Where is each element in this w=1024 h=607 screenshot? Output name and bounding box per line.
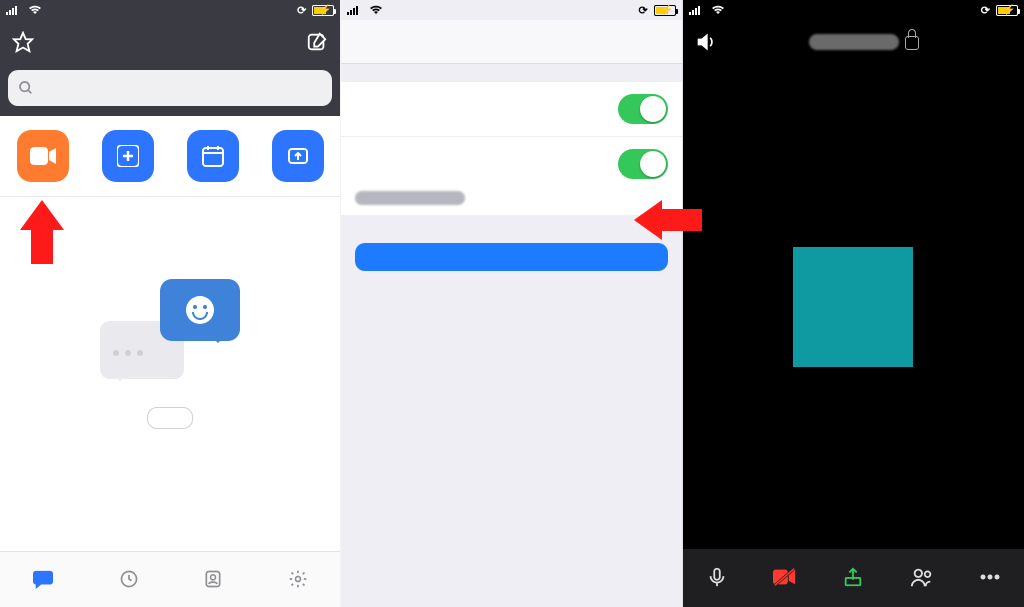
signal-icon [689,5,703,15]
video-on-toggle[interactable] [618,94,668,124]
schedule-button[interactable] [172,130,254,188]
compose-icon[interactable] [306,31,328,53]
tab-meetings[interactable] [119,569,139,591]
lock-icon [905,36,919,50]
phone-home-screen: ⟳ ⚡ [0,0,341,607]
phone-start-meeting-screen: ⟳ ⚡ [341,0,682,607]
video-icon [30,147,56,165]
gear-icon [288,569,308,589]
more-button[interactable] [958,572,1022,584]
video-on-row [341,82,681,137]
wifi-icon [711,5,725,15]
share-screen-button[interactable] [257,130,339,188]
meeting-toolbar [683,549,1024,607]
chat-icon [32,569,54,589]
search-icon [18,80,34,96]
use-pmi-row [341,137,681,191]
battery-icon: ⚡ [312,5,334,16]
start-meeting-button[interactable] [355,243,667,271]
wifi-icon [28,5,42,15]
participant-avatar [793,247,913,367]
status-bar: ⟳ ⚡ [341,0,681,20]
status-bar: ⟳ ⚡ [683,0,1024,20]
use-pmi-toggle[interactable] [618,149,668,179]
tab-chat[interactable] [32,569,54,591]
chat-illustration [100,279,240,379]
annotation-arrow-up [20,178,64,230]
speaker-icon[interactable] [695,32,717,52]
phone-in-meeting-screen: ⟳ ⚡ [683,0,1024,607]
redacted-meeting-id [809,34,899,50]
wifi-icon [369,5,383,15]
video-off-icon [773,567,797,587]
contacts-icon [203,569,223,589]
join-button[interactable] [87,130,169,188]
signal-icon [6,5,20,15]
participants-icon [910,566,934,588]
upload-icon [286,144,310,168]
add-contacts-button[interactable] [147,407,193,429]
meeting-top-bar [683,20,1024,64]
redacted-pmi [355,191,465,205]
battery-icon: ⚡ [654,5,676,16]
tab-contacts[interactable] [203,569,223,591]
modal-header [341,20,681,64]
battery-icon: ⚡ [996,5,1018,16]
calendar-icon [201,144,225,168]
status-bar: ⟳ ⚡ [0,0,340,20]
share-icon [842,566,864,588]
mute-button[interactable] [685,566,749,590]
participants-button[interactable] [890,566,954,590]
favorite-icon[interactable] [12,31,34,53]
start-video-button[interactable] [753,567,817,589]
search-input[interactable] [8,70,332,106]
clock-icon [119,569,139,589]
annotation-arrow-left [614,200,702,240]
mic-icon [706,566,728,588]
plus-icon [117,145,139,167]
share-content-button[interactable] [821,566,885,590]
tab-settings[interactable] [288,569,308,591]
more-icon [978,572,1002,582]
video-area[interactable] [683,64,1024,549]
settings-list [341,82,681,215]
signal-icon [347,5,361,15]
bottom-tab-bar [0,551,340,607]
